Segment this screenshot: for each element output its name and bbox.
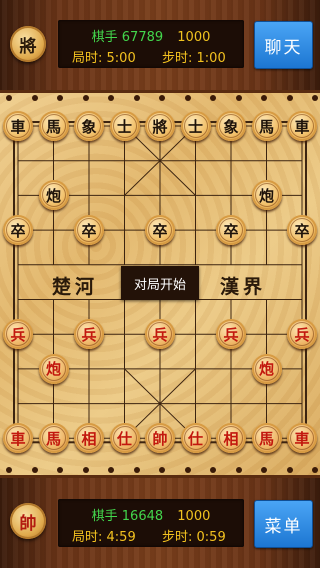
player-score: 1000: [177, 509, 211, 524]
player-panel: 帥 棋手 16648 1000 局时: 4:59 步时: 0:59 菜单: [0, 478, 320, 568]
opponent-score: 1000: [177, 30, 211, 45]
player-rank-number: 16648: [121, 509, 164, 524]
black-horse-right-piece[interactable]: 馬: [251, 111, 282, 141]
opponent-general-badge[interactable]: 將: [10, 26, 46, 62]
black-elephant-right-piece[interactable]: 象: [216, 111, 246, 141]
black-chariot-left-piece[interactable]: 車: [3, 111, 33, 141]
step-time-label: 步时:: [162, 530, 193, 545]
opponent-rank-line: 棋手 67789 1000: [58, 26, 244, 45]
game-status-banner: 对局开始: [121, 266, 199, 300]
step-time-label: 步时:: [162, 51, 193, 66]
red-soldier-2-piece[interactable]: 兵: [74, 319, 104, 350]
game-time-label: 局时:: [72, 51, 103, 66]
black-soldier-5-piece[interactable]: 卒: [287, 215, 317, 246]
red-soldier-5-piece[interactable]: 兵: [287, 319, 317, 350]
river-label-han-jie: 漢界: [220, 276, 267, 298]
black-cannon-right-piece[interactable]: 炮: [251, 180, 282, 211]
menu-button[interactable]: 菜单: [254, 500, 313, 548]
black-cannon-left-piece[interactable]: 炮: [38, 180, 69, 211]
opponent-rank-label: 棋手: [91, 30, 118, 45]
player-rank-label: 棋手: [91, 509, 118, 524]
black-soldier-3-piece[interactable]: 卒: [145, 215, 175, 246]
black-horse-left-piece[interactable]: 馬: [38, 111, 69, 141]
black-advisor-right-piece[interactable]: 士: [180, 111, 211, 141]
game-time-label: 局时:: [72, 530, 103, 545]
opponent-game-timer: 局时: 5:00: [72, 47, 136, 66]
player-info-box: 棋手 16648 1000 局时: 4:59 步时: 0:59: [58, 499, 244, 547]
black-soldier-2-piece[interactable]: 卒: [74, 215, 104, 246]
chat-button[interactable]: 聊天: [254, 21, 313, 69]
opponent-step-timer: 步时: 1:00: [162, 47, 226, 66]
opponent-rank-number: 67789: [121, 30, 164, 45]
black-general-piece[interactable]: 將: [145, 111, 175, 141]
step-time-value: 0:59: [196, 530, 226, 545]
game-time-value: 4:59: [106, 530, 136, 545]
game-time-value: 5:00: [106, 51, 136, 66]
black-chariot-right-piece[interactable]: 車: [287, 111, 317, 141]
red-soldier-3-piece[interactable]: 兵: [145, 319, 175, 350]
red-advisor-right-piece[interactable]: 仕: [180, 423, 211, 454]
river-label-chu-he: 楚河: [52, 276, 99, 298]
opponent-panel: 將 棋手 67789 1000 局时: 5:00 步时: 1:00 聊天: [0, 0, 320, 90]
red-horse-right-piece[interactable]: 馬: [251, 423, 282, 454]
opponent-info-box: 棋手 67789 1000 局时: 5:00 步时: 1:00: [58, 20, 244, 68]
red-soldier-4-piece[interactable]: 兵: [216, 319, 246, 350]
red-horse-left-piece[interactable]: 馬: [38, 423, 69, 454]
player-general-badge[interactable]: 帥: [10, 503, 46, 539]
red-cannon-right-piece[interactable]: 炮: [251, 353, 282, 384]
player-step-timer: 步时: 0:59: [162, 526, 226, 545]
black-elephant-left-piece[interactable]: 象: [74, 111, 104, 141]
red-advisor-left-piece[interactable]: 仕: [109, 423, 140, 454]
black-soldier-4-piece[interactable]: 卒: [216, 215, 246, 246]
step-time-value: 1:00: [196, 51, 226, 66]
player-rank-line: 棋手 16648 1000: [58, 505, 244, 524]
black-soldier-1-piece[interactable]: 卒: [3, 215, 33, 246]
red-soldier-1-piece[interactable]: 兵: [3, 319, 33, 350]
red-cannon-left-piece[interactable]: 炮: [38, 353, 69, 384]
black-advisor-left-piece[interactable]: 士: [109, 111, 140, 141]
player-game-timer: 局时: 4:59: [72, 526, 136, 545]
